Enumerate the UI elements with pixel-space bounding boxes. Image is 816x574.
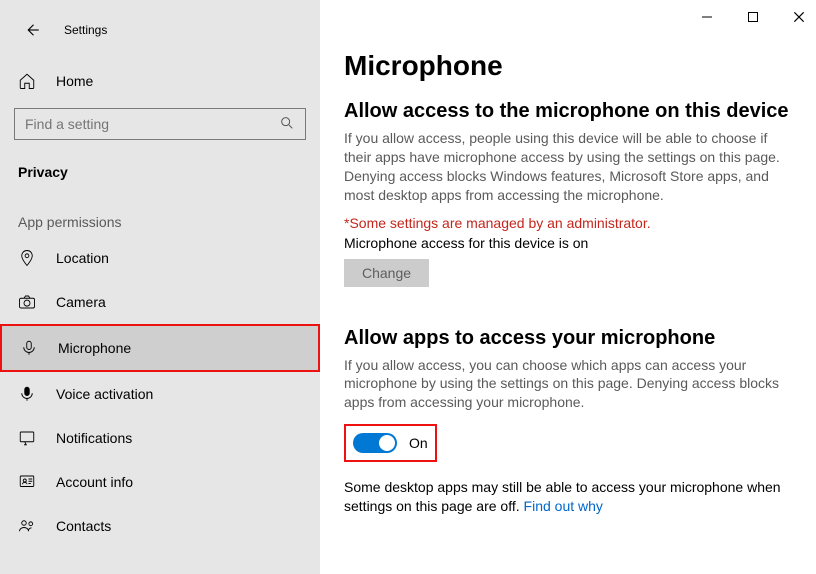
section-header: App permissions	[0, 186, 320, 236]
search-box[interactable]	[14, 108, 306, 140]
device-access-status: Microphone access for this device is on	[344, 235, 792, 251]
minimize-button[interactable]	[696, 6, 718, 28]
sidebar-item-account[interactable]: Account info	[0, 460, 320, 504]
search-icon	[279, 115, 295, 134]
sidebar-item-label: Voice activation	[56, 386, 153, 402]
back-button[interactable]	[18, 16, 46, 44]
camera-icon	[18, 293, 36, 311]
sidebar-item-label: Camera	[56, 294, 106, 310]
close-button[interactable]	[788, 6, 810, 28]
location-icon	[18, 249, 36, 267]
sidebar-item-location[interactable]: Location	[0, 236, 320, 280]
account-icon	[18, 473, 36, 491]
main-content: Microphone Allow access to the microphon…	[320, 0, 816, 574]
maximize-icon	[747, 11, 759, 23]
sidebar-item-microphone[interactable]: Microphone	[0, 324, 320, 372]
toggle-label: On	[409, 435, 428, 451]
notifications-icon	[18, 429, 36, 447]
app-title: Settings	[64, 23, 107, 37]
change-button[interactable]: Change	[344, 259, 429, 287]
sidebar-item-label: Location	[56, 250, 109, 266]
sidebar-item-camera[interactable]: Camera	[0, 280, 320, 324]
footnote: Some desktop apps may still be able to a…	[344, 478, 792, 516]
minimize-icon	[701, 11, 713, 23]
microphone-icon	[20, 339, 38, 357]
sidebar-item-label: Account info	[56, 474, 133, 490]
home-label: Home	[56, 73, 93, 89]
sidebar: Settings Home Privacy App permissions Lo…	[0, 0, 320, 574]
category-label: Privacy	[0, 148, 320, 186]
find-out-why-link[interactable]: Find out why	[524, 498, 603, 514]
search-input[interactable]	[25, 116, 279, 132]
sidebar-item-voice[interactable]: Voice activation	[0, 372, 320, 416]
apps-access-toggle[interactable]	[353, 433, 397, 453]
sidebar-item-label: Contacts	[56, 518, 111, 534]
maximize-button[interactable]	[742, 6, 764, 28]
home-icon	[18, 72, 36, 90]
admin-note: *Some settings are managed by an adminis…	[344, 215, 792, 231]
section1-title: Allow access to the microphone on this d…	[344, 100, 792, 123]
sidebar-item-notifications[interactable]: Notifications	[0, 416, 320, 460]
voice-icon	[18, 385, 36, 403]
contacts-icon	[18, 517, 36, 535]
toggle-row: On	[344, 424, 437, 462]
sidebar-item-label: Notifications	[56, 430, 132, 446]
sidebar-item-contacts[interactable]: Contacts	[0, 504, 320, 548]
arrow-left-icon	[23, 21, 41, 39]
home-nav[interactable]: Home	[0, 62, 320, 100]
section2-title: Allow apps to access your microphone	[344, 327, 792, 350]
page-title: Microphone	[344, 50, 792, 82]
toggle-knob	[379, 435, 395, 451]
section2-desc: If you allow access, you can choose whic…	[344, 356, 792, 413]
section1-desc: If you allow access, people using this d…	[344, 129, 792, 205]
sidebar-item-label: Microphone	[58, 340, 131, 356]
close-icon	[792, 10, 806, 24]
